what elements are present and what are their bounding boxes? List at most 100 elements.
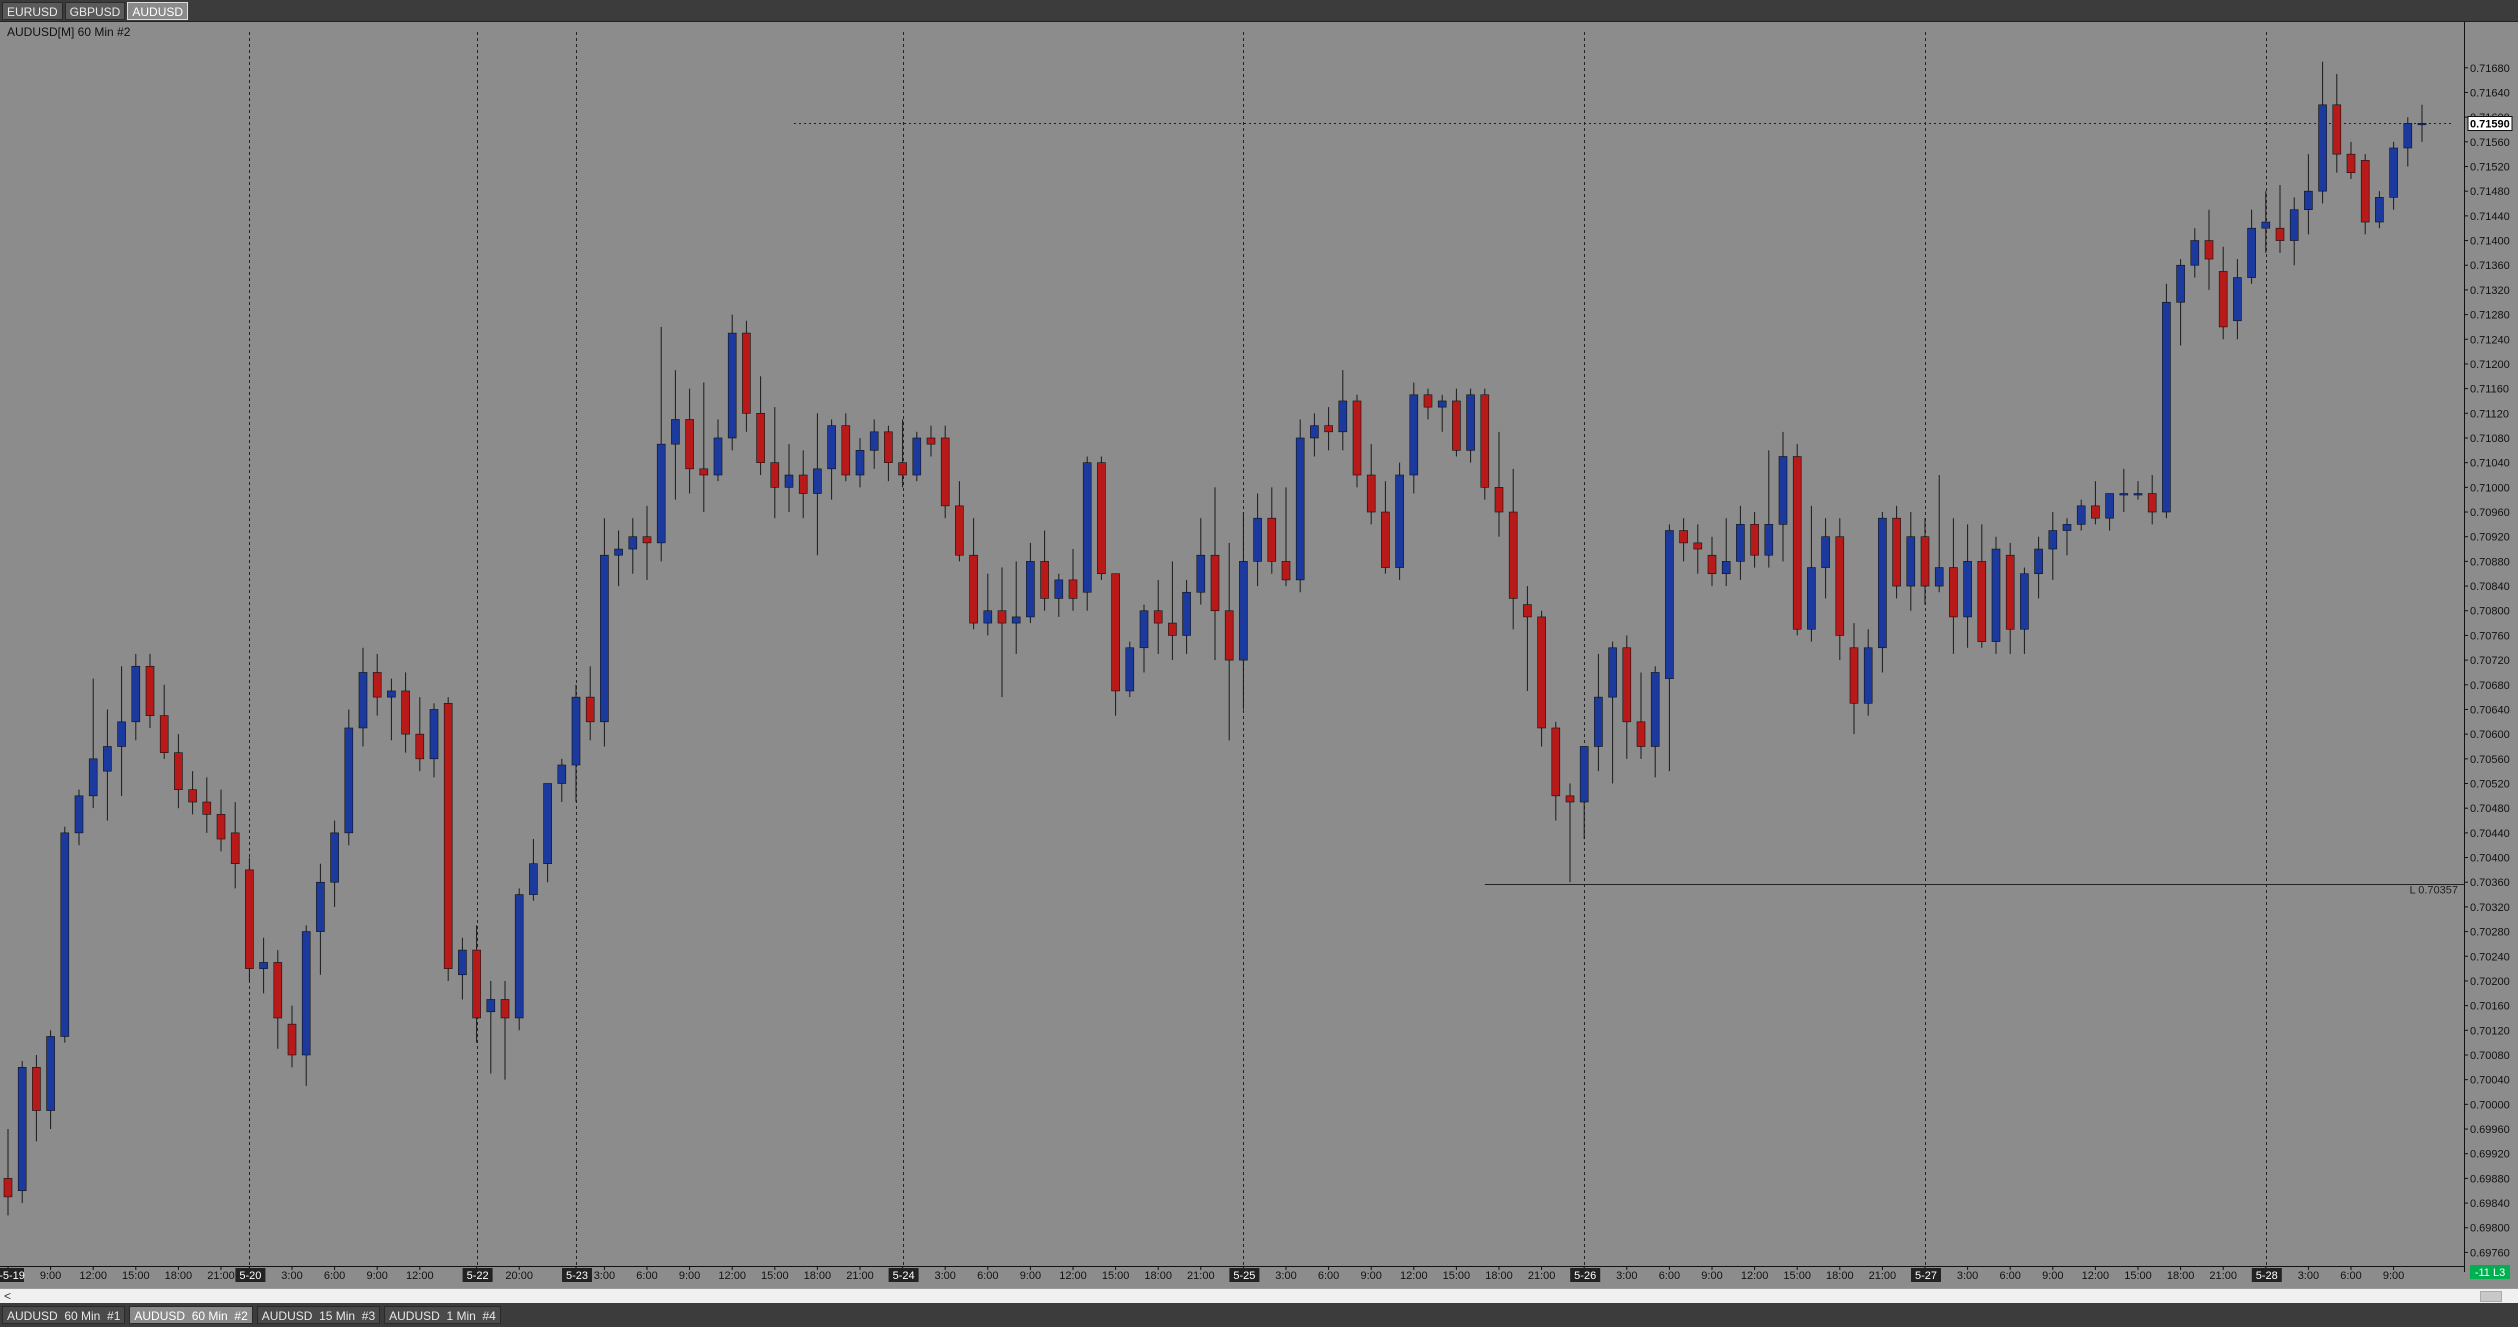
- price-tick-label: 0.71040: [2470, 458, 2510, 470]
- chart-tab-bar: AUDUSD 60 Min #1 AUDUSD 60 Min #2 AUDUSD…: [0, 1303, 2518, 1327]
- candle-body: [713, 437, 723, 476]
- candle: [1537, 610, 1546, 747]
- chart-tab-4[interactable]: AUDUSD 1 Min #4: [384, 1306, 501, 1324]
- time-tick-label: 6:00: [324, 1270, 345, 1282]
- horizontal-scrollbar[interactable]: <: [0, 1288, 2518, 1303]
- candle-body: [940, 437, 950, 507]
- time-tick-label: 18:00: [2167, 1270, 2195, 1282]
- time-tick-label: 9:00: [366, 1270, 387, 1282]
- candle-body: [1494, 487, 1504, 513]
- candle-body: [813, 468, 822, 494]
- candle-body: [330, 832, 339, 883]
- candle-body: [2403, 123, 2413, 149]
- candle-body: [656, 443, 666, 544]
- time-tick-label: 12:00: [406, 1270, 434, 1282]
- candle-body: [1949, 567, 1958, 618]
- candle-body: [2076, 505, 2086, 525]
- price-tick-label: 0.70840: [2470, 581, 2510, 593]
- candle-body: [1807, 567, 1816, 630]
- price-tick-label: 0.69880: [2470, 1173, 2510, 1185]
- time-tick-label: 6:00: [1999, 1270, 2020, 1282]
- candle-body: [1878, 517, 1887, 649]
- candle-body: [2133, 493, 2143, 496]
- price-tick-label: 0.70480: [2470, 803, 2510, 815]
- chart-tab-2[interactable]: AUDUSD 60 Min #2: [129, 1306, 253, 1324]
- candle-body: [1210, 554, 1220, 612]
- time-tick-label: 15:00: [1783, 1270, 1811, 1282]
- time-tick-label: 9:00: [40, 1270, 61, 1282]
- candle-body: [827, 425, 836, 470]
- candle-body: [1466, 394, 1475, 451]
- symbol-tab-gbpusd[interactable]: GBPUSD: [64, 1, 126, 20]
- candle-body: [1295, 437, 1305, 581]
- candle-body: [2375, 197, 2384, 223]
- time-tick-label: 6:00: [1318, 1270, 1339, 1282]
- candle-body: [727, 332, 737, 439]
- time-tick-label: 9:00: [1360, 1270, 1381, 1282]
- candle-body: [1068, 579, 1078, 599]
- candle-body: [1906, 536, 1916, 587]
- price-tick-label: 0.71120: [2470, 408, 2509, 420]
- candle-body: [1111, 573, 1120, 692]
- candle-body: [1097, 462, 1106, 575]
- candle-body: [514, 894, 524, 1019]
- price-tick-label: 0.69760: [2470, 1247, 2510, 1259]
- candle-body: [74, 795, 84, 834]
- candle-body: [1239, 561, 1248, 661]
- candle-body: [287, 1023, 297, 1056]
- price-tick-label: 0.70560: [2470, 754, 2510, 766]
- candle: [443, 697, 453, 981]
- candle-body: [2360, 160, 2370, 223]
- candle: [727, 314, 737, 451]
- price-tick-label: 0.71000: [2470, 482, 2510, 494]
- time-tick-label: 6:00: [2340, 1270, 2361, 1282]
- price-chart[interactable]: AUDUSD[M] 60 Min #2 L 0.70357 0.71680 0.71…: [0, 22, 2518, 1288]
- chart-title: AUDUSD[M] 60 Min #2: [7, 25, 131, 39]
- price-tick-label: 0.70800: [2470, 606, 2510, 618]
- time-tick-label: 9:00: [679, 1270, 700, 1282]
- candle: [1991, 536, 2001, 654]
- time-tick-label: 3:00: [934, 1270, 955, 1282]
- symbol-tab-audusd[interactable]: AUDUSD: [127, 1, 189, 20]
- candle-body: [486, 999, 496, 1013]
- chart-tab-1[interactable]: AUDUSD 60 Min #1: [2, 1306, 126, 1324]
- candle-body: [699, 468, 709, 476]
- time-tick-label: 18:00: [1826, 1270, 1854, 1282]
- price-tick-label: 0.70280: [2470, 927, 2510, 939]
- candle: [1352, 394, 1362, 488]
- scroll-left-arrow-icon[interactable]: <: [4, 1289, 11, 1303]
- candle-body: [273, 962, 283, 1019]
- time-tick-label: 21:00: [2209, 1270, 2237, 1282]
- candle-body: [2289, 209, 2299, 241]
- indicator-label: -11 L3: [2475, 1267, 2505, 1279]
- candle-body: [1281, 561, 1291, 581]
- price-tick-label: 0.69920: [2470, 1149, 2510, 1161]
- candle-body: [1395, 474, 1404, 568]
- candle-body: [926, 437, 936, 445]
- candle-body: [898, 462, 907, 476]
- price-tick-label: 0.71400: [2470, 236, 2510, 248]
- time-tick-label: 15:00: [2124, 1270, 2152, 1282]
- date-tick-label: 5-24: [893, 1270, 915, 1282]
- chart-tab-3[interactable]: AUDUSD 15 Min #3: [256, 1306, 381, 1324]
- candle-body: [1267, 517, 1277, 562]
- candle: [1097, 456, 1106, 580]
- candle-body: [301, 931, 311, 1056]
- time-tick-label: 6:00: [636, 1270, 657, 1282]
- time-tick-label: 3:00: [1275, 1270, 1296, 1282]
- candle-body: [742, 332, 751, 414]
- price-tick-label: 0.69800: [2470, 1223, 2510, 1235]
- price-tick-label: 0.71200: [2470, 359, 2510, 371]
- candle-body: [1892, 517, 1901, 587]
- candle-body: [401, 690, 410, 735]
- candle-body: [585, 696, 595, 723]
- candle-body: [1736, 524, 1745, 562]
- symbol-tab-eurusd[interactable]: EURUSD: [2, 1, 63, 20]
- candle-body: [259, 962, 268, 969]
- time-tick-label: 21:00: [1187, 1270, 1215, 1282]
- candle-body: [2389, 147, 2398, 198]
- scroll-thumb[interactable]: [2480, 1291, 2502, 1302]
- candle-body: [1665, 530, 1674, 679]
- candlestick-chart[interactable]: L 0.703570.716800.716400.716000.715600.7…: [0, 22, 2518, 1288]
- candle-body: [2218, 271, 2228, 328]
